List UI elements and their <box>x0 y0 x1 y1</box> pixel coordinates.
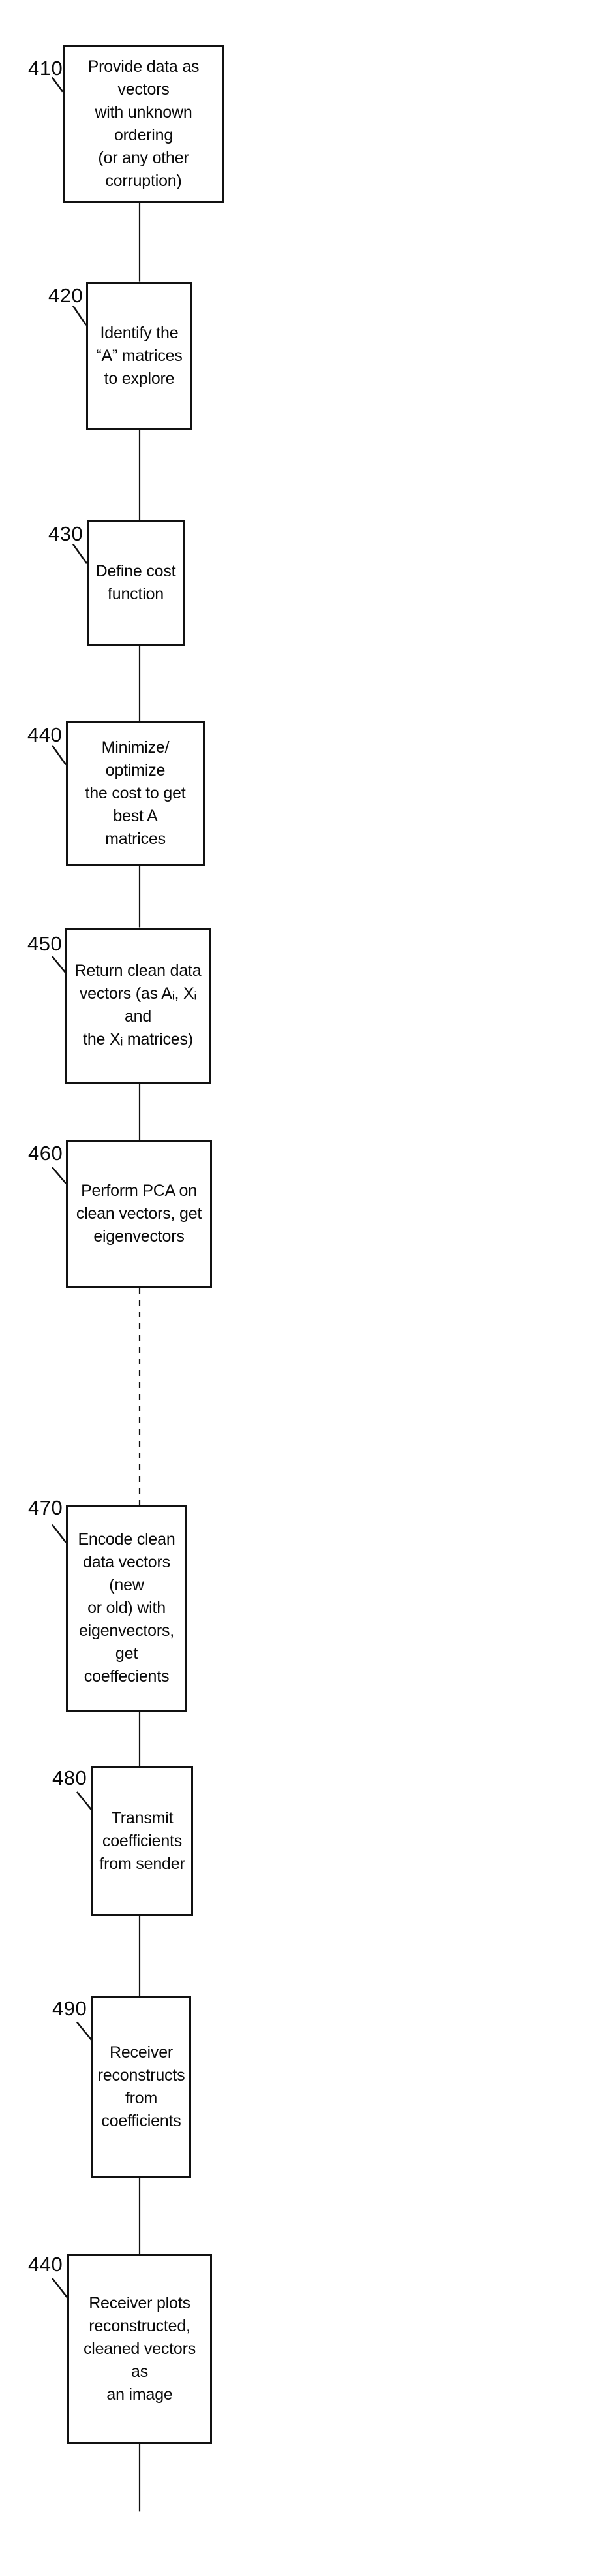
reference-numeral-490-8: 490 <box>52 1996 87 2020</box>
node-define-cost-function: Define cost function <box>87 520 185 646</box>
reference-numeral-430-2: 430 <box>48 522 84 545</box>
reference-numeral-410-0: 410 <box>28 56 63 80</box>
reference-numeral-460-5: 460 <box>28 1142 63 1165</box>
leader-line-490-8 <box>77 2022 91 2040</box>
patent-figure: Provide data as vectors with unknown ord… <box>0 0 608 2576</box>
node-transmit-coefficients: Transmit coefficients from sender <box>91 1766 193 1916</box>
node-label: Perform PCA on clean vectors, get eigenv… <box>76 1182 202 1246</box>
node-label: Receiver plots reconstructed, cleaned ve… <box>83 2293 196 2404</box>
node-label: Provide data as vectors with unknown ord… <box>87 57 200 190</box>
node-encode-clean-vectors: Encode clean data vectors (new or old) w… <box>66 1505 187 1712</box>
leader-line-460-5 <box>52 1167 66 1184</box>
node-label: Transmit coefficients from sender <box>99 1808 185 1873</box>
node-receiver-plots-image: Receiver plots reconstructed, cleaned ve… <box>67 2254 212 2444</box>
leader-line-440-3 <box>52 746 66 765</box>
reference-numeral-470-6: 470 <box>28 1496 63 1519</box>
reference-numeral-440-9: 440 <box>28 2252 63 2276</box>
node-label: Define cost function <box>95 561 176 603</box>
reference-numeral-420-1: 420 <box>48 283 84 307</box>
node-perform-pca: Perform PCA on clean vectors, get eigenv… <box>66 1140 212 1288</box>
leader-line-430-2 <box>73 544 87 564</box>
leader-line-450-4 <box>52 956 65 973</box>
node-identify-a-matrices: Identify the “A” matrices to explore <box>86 281 192 430</box>
node-label: Identify the “A” matrices to explore <box>96 323 183 388</box>
leader-line-440-9 <box>52 2278 67 2298</box>
leader-line-420-1 <box>73 306 86 326</box>
node-label: Return clean data vectors (as Aᵢ, Xᵢ and… <box>74 962 202 1049</box>
node-provide-data: Provide data as vectors with unknown ord… <box>63 45 224 203</box>
node-return-clean-data: Return clean data vectors (as Aᵢ, Xᵢ and… <box>65 927 211 1084</box>
node-label: Encode clean data vectors (new or old) w… <box>78 1530 175 1686</box>
node-receiver-reconstructs: Receiver reconstructs from coefficients <box>91 1996 191 2178</box>
leader-line-480-7 <box>77 1792 91 1810</box>
reference-numeral-440-3: 440 <box>27 723 63 746</box>
node-label: Minimize/ optimize the cost to get best … <box>85 738 186 849</box>
reference-numeral-450-4: 450 <box>27 932 63 956</box>
node-minimize-cost: Minimize/ optimize the cost to get best … <box>66 721 205 866</box>
node-label: Receiver reconstructs from coefficients <box>97 2043 185 2131</box>
reference-numeral-480-7: 480 <box>52 1766 87 1789</box>
leader-line-470-6 <box>52 1525 66 1543</box>
